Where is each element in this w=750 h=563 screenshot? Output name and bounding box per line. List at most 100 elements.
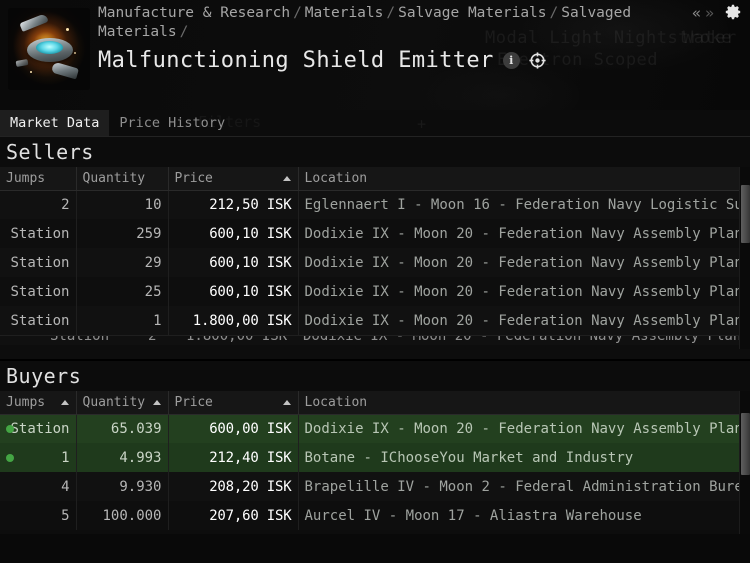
sellers-col-price-label: Price	[174, 170, 213, 186]
cell-price-text: 600,10 ISK	[209, 283, 292, 300]
table-row[interactable]: Station 29 600,10 ISK Dodixie IX - Moon 20 …	[0, 248, 750, 277]
info-icon[interactable]: i	[502, 52, 520, 69]
nav-back-icon[interactable]: «	[690, 4, 703, 22]
cell-quantity: 65.039	[76, 414, 169, 443]
sellers-table: Jumps Quantity Price Location 2 10 212,50 …	[0, 167, 750, 335]
spark-icon	[66, 28, 69, 31]
cell-location-text: Botane - IChooseYou Market and Industry	[304, 449, 634, 466]
table-row[interactable]: Station 1 1.800,00 ISK Dodixie IX - Moon 20…	[0, 306, 750, 335]
item-icon[interactable]	[8, 8, 90, 90]
buyers-col-location[interactable]: Location	[298, 391, 750, 415]
cell-price: 600,10 ISK	[168, 277, 299, 306]
cell-location: Dodixie IX - Moon 20 - Federation Navy A…	[298, 306, 750, 335]
station-indicator-dot-icon	[6, 424, 14, 433]
clipped-price: 1.800,00 ISK	[186, 335, 288, 344]
cell-price: 212,50 ISK	[168, 190, 299, 219]
cell-location: Dodixie IX - Moon 20 - Federation Navy A…	[298, 248, 750, 277]
table-row[interactable]: 4 9.930 208,20 ISK Brapelille IV - Moon 2 -…	[0, 472, 750, 501]
cell-jumps: 5	[0, 501, 77, 530]
cell-quantity: 9.930	[76, 472, 169, 501]
cell-quantity-text: 4.993	[119, 449, 162, 466]
cell-price-text: 600,10 ISK	[209, 225, 292, 242]
cell-location-text: Dodixie IX - Moon 20 - Federation Navy A…	[304, 420, 750, 437]
table-row[interactable]: Station 259 600,10 ISK Dodixie IX - Moon 20…	[0, 219, 750, 248]
sellers-clipped-row[interactable]: Station 2 1.800,00 ISK Dodixie IX - Moon…	[0, 335, 750, 345]
cell-quantity: 25	[76, 277, 169, 306]
item-header: Modal Light Nightstroke Electron Scoped …	[0, 0, 750, 110]
breadcrumb-item-0[interactable]: Manufacture & Research	[98, 5, 290, 21]
station-indicator-dot-icon	[6, 453, 14, 462]
market-window: Modal Light Nightstroke Electron Scoped …	[0, 0, 750, 563]
cell-location-text: Dodixie IX - Moon 20 - Federation Navy A…	[304, 312, 750, 329]
cell-location: Dodixie IX - Moon 20 - Federation Navy A…	[298, 414, 750, 443]
clipped-location: Dodixie IX - Moon 20 - Federation Navy A…	[303, 335, 750, 344]
table-row[interactable]: Station 25 600,10 ISK Dodixie IX - Moon 20 …	[0, 277, 750, 306]
buyers-col-quantity-label: Quantity	[82, 394, 146, 410]
buyers-scrollbar[interactable]	[739, 391, 750, 534]
breadcrumb-item-2[interactable]: Salvage Materials	[398, 5, 546, 21]
cell-location-text: Dodixie IX - Moon 20 - Federation Navy A…	[304, 254, 750, 271]
cell-price-text: 1.800,00 ISK	[192, 312, 292, 329]
buyers-section-title: Buyers	[0, 361, 750, 391]
sellers-section-title: Sellers	[0, 137, 750, 167]
sellers-col-jumps[interactable]: Jumps	[0, 167, 77, 191]
table-row[interactable]: 2 10 212,50 ISK Eglennaert I - Moon 16 - Fe…	[0, 190, 750, 219]
page-title: Malfunctioning Shield Emitter	[98, 48, 494, 73]
cell-location-text: Aurcel IV - Moon 17 - Aliastra Warehouse	[304, 507, 642, 524]
buyers-col-jumps[interactable]: Jumps	[0, 391, 77, 415]
cell-quantity-text: 1	[153, 312, 162, 329]
cell-price: 207,60 ISK	[168, 501, 299, 530]
cell-price-text: 600,10 ISK	[209, 254, 292, 271]
cell-quantity: 29	[76, 248, 169, 277]
cell-location: Botane - IChooseYou Market and Industry	[298, 443, 750, 472]
cell-quantity-text: 100.000	[102, 507, 162, 524]
buyers-col-price[interactable]: Price	[168, 391, 299, 415]
sort-ascending-icon	[282, 176, 291, 182]
table-row[interactable]: Station 65.039 600,00 ISK Dodixie IX - Moon…	[0, 414, 750, 443]
cell-price: 208,20 ISK	[168, 472, 299, 501]
breadcrumb-separator: /	[293, 5, 302, 21]
debris-shard-icon	[50, 61, 80, 80]
cell-location-text: Dodixie IX - Moon 20 - Federation Navy A…	[304, 225, 750, 242]
cell-jumps: 4	[0, 472, 77, 501]
sellers-scrollbar-thumb[interactable]	[741, 185, 750, 243]
buyers-table: Jumps Quantity Price Location Station 65.…	[0, 391, 750, 530]
cell-price: 600,10 ISK	[168, 248, 299, 277]
cell-price: 600,00 ISK	[168, 414, 299, 443]
item-icon-art	[8, 8, 90, 90]
cell-jumps: Station	[0, 219, 77, 248]
tab-price-history[interactable]: Price History	[109, 110, 235, 136]
cell-jumps-text: Station	[10, 312, 70, 329]
cell-quantity: 10	[76, 190, 169, 219]
cell-quantity-text: 259	[136, 225, 162, 242]
gear-icon	[725, 4, 741, 20]
set-destination-icon[interactable]	[529, 52, 546, 69]
buyers-scrollbar-thumb[interactable]	[741, 413, 750, 475]
tab-market-data[interactable]: Market Data	[0, 110, 110, 136]
sellers-col-quantity[interactable]: Quantity	[76, 167, 169, 191]
clipped-quantity: 2	[148, 335, 157, 344]
cell-location: Brapelille IV - Moon 2 - Federal Adminis…	[298, 472, 750, 501]
sellers-header-row: Jumps Quantity Price Location	[0, 167, 750, 191]
table-row[interactable]: 1 4.993 212,40 ISK Botane - IChooseYou Mark…	[0, 443, 750, 472]
nav-forward-icon[interactable]: »	[703, 4, 716, 22]
cell-jumps-text: 5	[61, 507, 70, 524]
table-row[interactable]: 5 100.000 207,60 ISK Aurcel IV - Moon 17 - …	[0, 501, 750, 530]
cell-quantity: 4.993	[76, 443, 169, 472]
sellers-col-price[interactable]: Price	[168, 167, 299, 191]
settings-button[interactable]	[724, 3, 742, 21]
sellers-scrollbar[interactable]	[739, 167, 750, 349]
title-row: Malfunctioning Shield Emitter i	[98, 48, 546, 73]
debris-shard-icon	[15, 59, 29, 67]
cell-jumps-text: 4	[61, 478, 70, 495]
buyers-col-quantity[interactable]: Quantity	[76, 391, 169, 415]
breadcrumb-separator: /	[386, 5, 396, 21]
clipped-jumps: Station	[50, 335, 110, 344]
cell-quantity-text: 25	[144, 283, 162, 300]
cell-quantity: 1	[76, 306, 169, 335]
sellers-col-location[interactable]: Location	[298, 167, 750, 191]
sort-ascending-icon	[282, 400, 291, 406]
breadcrumb-item-1[interactable]: Materials	[305, 5, 384, 21]
cell-jumps: Station	[0, 277, 77, 306]
cell-jumps-text: 2	[61, 196, 70, 213]
